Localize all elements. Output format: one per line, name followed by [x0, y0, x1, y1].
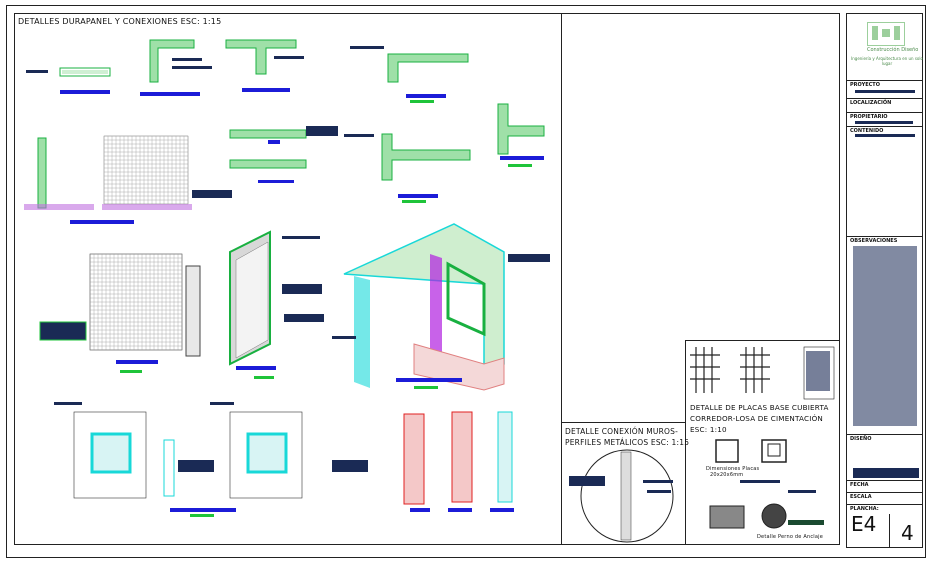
- logo-icon: [867, 22, 905, 46]
- placas-grid-detail: [690, 346, 835, 400]
- placas-title-scale: ESC: 1:10: [690, 425, 727, 434]
- sheet-code: E4: [851, 512, 877, 536]
- localizacion-label: LOCALIZACIÓN: [850, 100, 892, 106]
- sheet-number: 4: [901, 521, 914, 545]
- diseno-label: DISEÑO: [850, 436, 872, 442]
- proyecto-label: PROYECTO: [850, 82, 880, 88]
- fecha-label: FECHA: [850, 482, 869, 488]
- placas-title-line1: DETALLE DE PLACAS BASE CUBIERTA: [690, 403, 829, 412]
- logo-tagline: Ingeniería y Arquitectura en un solo lug…: [851, 56, 923, 66]
- durapanel-details-drawing: [24, 39, 550, 517]
- divider-horizontal-2: [561, 422, 685, 423]
- anchor-bolt-details: [709, 439, 824, 529]
- logo-text: Construcción Diseño: [867, 47, 919, 53]
- title-block: Construcción Diseño Ingeniería y Arquite…: [846, 13, 923, 548]
- escala-label: ESCALA: [850, 494, 872, 500]
- dim-placas-size: 20x20x6mm: [710, 472, 744, 478]
- conexion-title-line1: DETALLE CONEXIÓN MUROS-: [565, 427, 679, 436]
- conexion-circle-detail: [569, 449, 674, 543]
- placas-title-line2: CORREDOR-LOSA DE CIMENTACIÓN: [690, 414, 824, 423]
- detalle-perno-label: Detalle Perno de Anclaje: [757, 534, 823, 540]
- propietario-label: PROPIETARIO: [850, 114, 888, 120]
- observaciones-label: OBSERVACIONES: [850, 238, 898, 244]
